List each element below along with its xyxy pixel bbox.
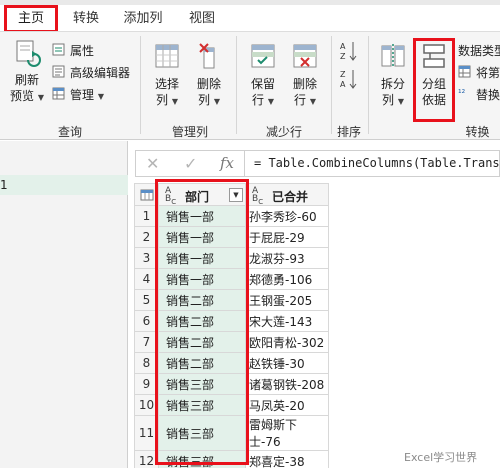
use-first-row-button[interactable]: 将第 [458,64,500,81]
group-label-reduce-rows: 减少行 [265,125,302,139]
data-type-label: 数据类型 [458,44,500,58]
query-item[interactable]: 1 [0,175,128,195]
merged-cell[interactable]: 马凤英-20 [245,394,329,416]
group-by-highlight [413,38,455,122]
keep-rows-label-1: 保留 [250,77,275,91]
refresh-label-1: 刷新 [14,73,39,87]
data-type-button[interactable]: 数据类型 [458,42,500,59]
merged-cell[interactable]: 于屁屁-29 [245,226,329,248]
svg-text:A: A [340,42,346,51]
query-item-label: 1 [0,178,8,192]
remove-rows-button[interactable]: 删除 行 ▼ [285,42,325,110]
choose-columns-icon [155,44,179,68]
ribbon-separator [236,36,237,134]
merged-cell[interactable]: 郑德勇-106 [245,268,329,290]
merged-cell[interactable]: 宋大莲-143 [245,310,329,332]
sort-descending-icon: Z A [340,70,357,89]
keep-rows-icon [251,44,275,68]
ribbon: 刷新 预览 ▼ 属性 高级编辑器 管理 ▼ 查询 选择 列 ▼ 删除 列 ▼ 管… [0,31,500,140]
chevron-down-icon: ▼ [171,97,178,106]
split-column-button[interactable]: 拆分 列 ▼ [373,42,413,110]
ribbon-tab-bar: 主页 转换 添加列 视图 [0,0,500,33]
table-icon [140,189,153,200]
remove-rows-icon [293,44,317,68]
properties-button[interactable]: 属性 [52,42,94,59]
refresh-label-2: 预览 ▼ [10,89,44,103]
refresh-preview-button[interactable]: 刷新 预览 ▼ [6,38,48,106]
svg-text:Z: Z [340,70,346,79]
remove-columns-label-1: 删除 [196,77,221,91]
home-tab-highlight [4,5,58,33]
replace-values-label: 替换 [476,88,500,102]
column-header-merged[interactable]: A BC 已合并 [245,183,329,206]
manage-button[interactable]: 管理 ▼ [52,86,104,103]
formula-input[interactable]: = Table.CombineColumns(Table.Transfor [254,156,500,170]
ribbon-separator [368,36,369,134]
tab-view[interactable]: 视图 [184,8,220,30]
advanced-editor-label: 高级编辑器 [70,66,131,80]
text-type-icon[interactable]: A BC [252,186,263,205]
remove-columns-button[interactable]: 删除 列 ▼ [189,42,229,110]
title-strip [0,0,500,5]
chevron-down-icon: ▼ [97,92,104,101]
ribbon-separator [331,36,332,134]
table-icon [52,87,65,103]
chevron-down-icon: ▼ [267,97,274,106]
split-column-label-2: 列 ▼ [382,93,404,107]
chevron-down-icon: ▼ [397,97,404,106]
keep-rows-label-2: 行 ▼ [252,93,274,107]
merged-cell[interactable]: 赵铁锤-30 [245,352,329,374]
advanced-editor-icon [52,65,65,81]
tab-add-column[interactable]: 添加列 [118,8,168,30]
ribbon-separator [140,36,141,134]
merged-cell[interactable]: 欧阳青松-302 [245,331,329,353]
sort-ascending-button[interactable]: A Z [340,40,358,65]
choose-columns-label-1: 选择 [154,77,179,91]
manage-label: 管理 [70,88,95,102]
properties-label: 属性 [70,44,95,58]
merged-cell[interactable]: 诸葛钢铁-208 [245,373,329,395]
sort-descending-button[interactable]: Z A [340,68,358,93]
watermark: Excel学习世界 [404,449,478,465]
group-label-manage-columns: 管理列 [171,125,208,139]
use-first-row-label: 将第 [476,66,500,80]
split-column-icon [381,44,405,68]
merged-cell[interactable]: 郑喜定-38 [245,450,329,468]
choose-columns-button[interactable]: 选择 列 ▼ [147,42,187,110]
chevron-down-icon: ▼ [309,97,316,106]
tab-transform[interactable]: 转换 [66,8,106,30]
confirm-icon[interactable]: ✓ [184,154,197,173]
group-label-sort: 排序 [336,125,361,139]
remove-columns-icon [199,43,215,69]
sort-ascending-icon: A Z [340,42,357,61]
replace-values-icon: ₁₂ [458,86,466,96]
chevron-down-icon: ▼ [37,93,44,102]
replace-values-button[interactable]: ₁₂ 替换 [458,86,500,103]
merged-cell[interactable]: 雷姆斯下士-76 [245,415,329,451]
split-column-label-1: 拆分 [380,77,405,91]
merged-cell[interactable]: 孙李秀珍-60 [245,205,329,227]
group-label-transform: 转换 [465,125,490,139]
dept-column-highlight [155,179,249,465]
svg-text:A: A [340,80,346,89]
fx-icon[interactable]: fx [220,154,234,172]
advanced-editor-button[interactable]: 高级编辑器 [52,64,130,81]
chevron-down-icon: ▼ [213,97,220,106]
column-header-label: 已合并 [272,189,309,204]
remove-rows-label-1: 删除 [292,77,317,91]
formula-bar: ✕ ✓ fx = Table.CombineColumns(Table.Tran… [135,150,500,177]
merged-cell[interactable]: 龙淑芬-93 [245,247,329,269]
remove-columns-label-2: 列 ▼ [198,93,220,107]
merged-cell[interactable]: 王钢蛋-205 [245,289,329,311]
cancel-icon[interactable]: ✕ [146,154,159,173]
svg-text:Z: Z [340,52,346,61]
choose-columns-label-2: 列 ▼ [156,93,178,107]
refresh-icon [16,40,41,67]
table-icon [458,65,471,81]
keep-rows-button[interactable]: 保留 行 ▼ [243,42,283,110]
formula-bar-divider [244,151,245,176]
remove-rows-label-2: 行 ▼ [294,93,316,107]
properties-icon [52,43,65,59]
group-label-query: 查询 [57,125,82,139]
